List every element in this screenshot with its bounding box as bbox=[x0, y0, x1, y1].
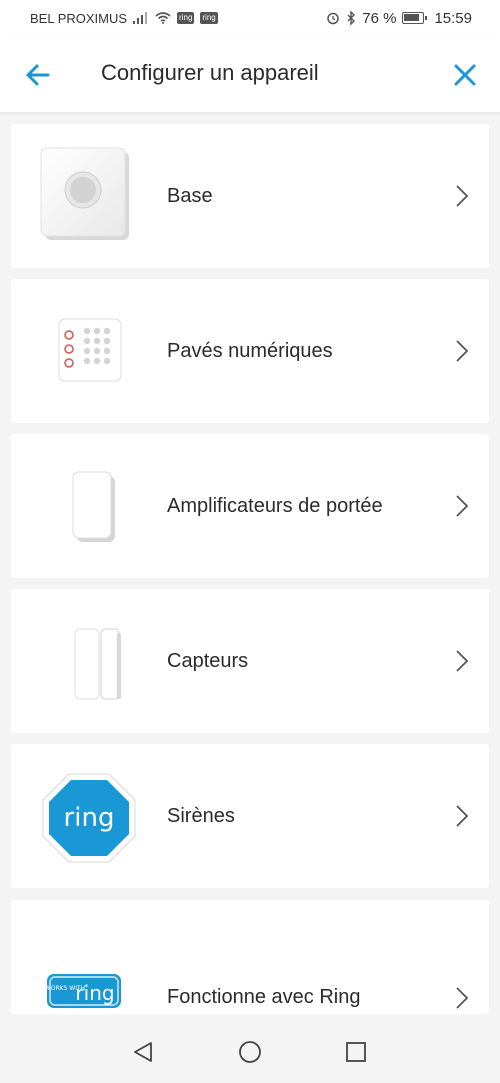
ring-siren-icon: ring bbox=[42, 773, 136, 863]
chevron-right-icon bbox=[456, 340, 469, 362]
arrow-left-icon[interactable] bbox=[22, 60, 52, 90]
device-item-sensors[interactable]: Capteurs bbox=[11, 589, 489, 733]
circle-home-icon[interactable] bbox=[238, 1040, 262, 1064]
alarm-clock-icon bbox=[327, 12, 339, 25]
square-recents-icon[interactable] bbox=[344, 1040, 368, 1064]
triangle-back-icon[interactable] bbox=[131, 1040, 155, 1064]
status-bar-right: 76 % 15:59 bbox=[326, 10, 472, 27]
close-icon[interactable] bbox=[450, 60, 480, 90]
siren-logo-text: ring bbox=[64, 803, 115, 833]
wifi-icon bbox=[155, 12, 171, 24]
page-title: Configurer un appareil bbox=[101, 60, 319, 85]
keypad-icon bbox=[58, 318, 122, 382]
contact-sensor-icon bbox=[74, 628, 121, 700]
chevron-right-icon bbox=[456, 987, 469, 1009]
base-station-icon bbox=[40, 147, 129, 240]
device-label: Pavés numériques bbox=[167, 339, 333, 362]
device-label: Amplificateurs de portée bbox=[167, 494, 383, 517]
bluetooth-icon bbox=[347, 11, 356, 25]
battery-percent: 76 % bbox=[362, 9, 397, 27]
device-item-range-extender[interactable]: Amplificateurs de portée bbox=[11, 434, 489, 578]
ring-notification-badge: ring bbox=[177, 12, 195, 24]
chevron-right-icon bbox=[456, 650, 469, 672]
chevron-right-icon bbox=[456, 185, 469, 207]
device-label: Sirènes bbox=[167, 804, 235, 827]
signal-icon bbox=[133, 12, 148, 24]
device-label: Capteurs bbox=[167, 649, 249, 672]
device-item-works-with-ring[interactable]: WORKS WITH ring Fonctionne avec Ring bbox=[11, 900, 489, 1014]
device-item-sirens[interactable]: ring Sirènes bbox=[11, 744, 489, 888]
status-bar-left: BEL PROXIMUS ring ring bbox=[30, 11, 218, 26]
battery-icon bbox=[402, 12, 428, 24]
chevron-right-icon bbox=[456, 805, 469, 827]
system-nav-bar bbox=[0, 1014, 500, 1083]
ring-logo-text: ring bbox=[75, 981, 114, 1005]
ring-notification-badge: ring bbox=[200, 12, 218, 24]
chevron-right-icon bbox=[456, 495, 469, 517]
device-item-base[interactable]: Base bbox=[11, 124, 489, 268]
carrier-name: BEL PROXIMUS bbox=[30, 10, 128, 26]
app-header: Configurer un appareil bbox=[0, 36, 500, 113]
device-item-keypad[interactable]: Pavés numériques bbox=[11, 279, 489, 423]
clock-time: 15:59 bbox=[434, 9, 472, 27]
device-label: Base bbox=[167, 184, 213, 207]
range-extender-icon bbox=[72, 471, 115, 542]
status-bar: BEL PROXIMUS ring ring 76 % 15:59 bbox=[0, 0, 500, 36]
